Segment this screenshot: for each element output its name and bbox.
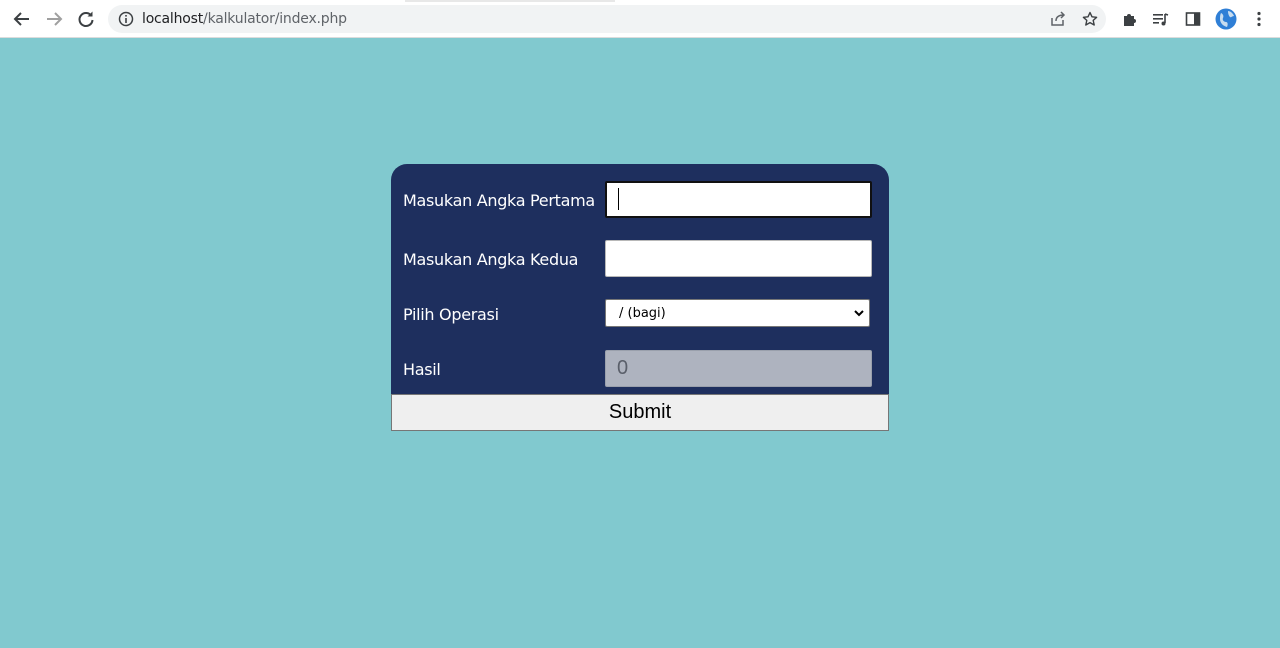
back-button[interactable] — [6, 3, 38, 35]
submit-button[interactable]: Submit — [391, 394, 889, 431]
operation-select[interactable]: / (bagi) — [605, 299, 870, 327]
tab-strip-edge — [405, 0, 615, 2]
share-button[interactable] — [1042, 3, 1074, 35]
text-caret — [618, 188, 619, 210]
url-path: /kalkulator/index.php — [203, 11, 347, 27]
info-icon[interactable] — [116, 9, 136, 29]
second-number-label: Masukan Angka Kedua — [403, 250, 579, 269]
first-number-input[interactable] — [605, 181, 872, 218]
calculator-form: Masukan Angka Pertama Masukan Angka Kedu… — [391, 164, 889, 395]
url-text[interactable]: localhost/kalkulator/index.php — [142, 11, 347, 27]
result-field: 0 — [605, 350, 872, 387]
more-vertical-icon — [1257, 11, 1261, 27]
url-host: localhost — [142, 11, 204, 27]
second-number-input[interactable] — [605, 240, 872, 277]
share-icon — [1051, 11, 1066, 26]
forward-button[interactable] — [38, 3, 70, 35]
arrow-right-icon — [47, 12, 63, 26]
operation-selected-value: / (bagi) — [619, 305, 666, 321]
puzzle-icon — [1124, 14, 1136, 26]
reload-icon — [78, 11, 94, 27]
address-bar[interactable]: localhost/kalkulator/index.php — [108, 5, 1106, 33]
side-panel-button[interactable] — [1177, 3, 1209, 35]
star-icon — [1082, 11, 1098, 26]
bookmark-button[interactable] — [1074, 3, 1106, 35]
arrow-left-icon — [13, 12, 29, 26]
first-number-label: Masukan Angka Pertama — [403, 191, 595, 210]
chevron-down-icon — [854, 310, 864, 317]
operation-label: Pilih Operasi — [403, 305, 499, 324]
side-panel-icon — [1185, 12, 1201, 26]
reload-button[interactable] — [70, 3, 102, 35]
result-label: Hasil — [403, 360, 441, 379]
result-value: 0 — [617, 357, 629, 379]
playlist-icon — [1153, 13, 1169, 26]
profile-avatar[interactable] — [1210, 3, 1242, 35]
media-button[interactable] — [1145, 3, 1177, 35]
menu-button[interactable] — [1243, 3, 1275, 35]
globe-avatar-icon — [1215, 8, 1237, 30]
browser-toolbar: localhost/kalkulator/index.php — [0, 0, 1280, 38]
extensions-button[interactable] — [1114, 3, 1146, 35]
